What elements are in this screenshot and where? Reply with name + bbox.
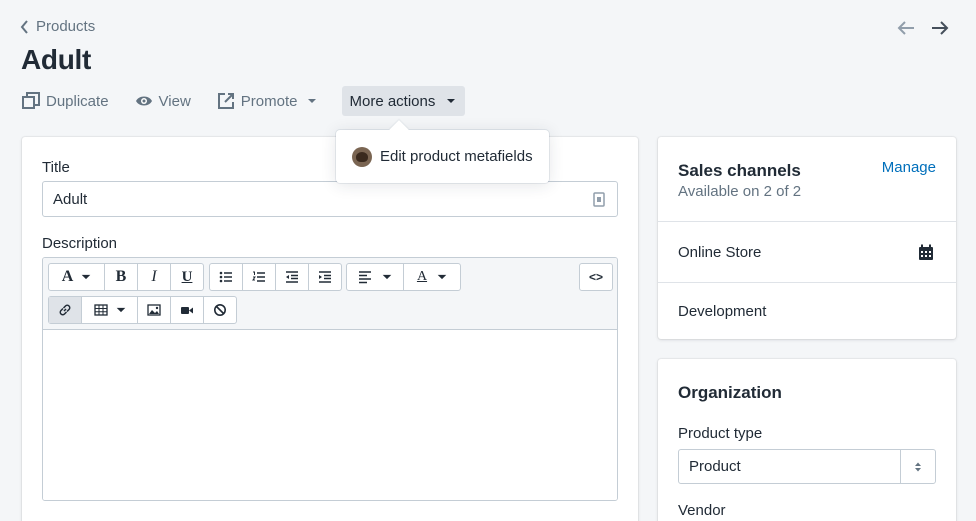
video-camera-icon — [181, 307, 193, 314]
table-icon — [93, 304, 108, 316]
prohibited-icon — [214, 304, 226, 316]
clipboard-icon — [593, 192, 605, 207]
bullet-list-icon — [219, 271, 232, 283]
availability-text: Available on 2 of 2 — [678, 183, 802, 200]
underline-button[interactable]: U — [171, 264, 203, 290]
channel-row[interactable]: Development — [658, 282, 956, 339]
more-actions-button[interactable]: More actions — [341, 86, 466, 116]
more-actions-label: More actions — [349, 92, 436, 110]
page-actions: Duplicate View Promote More actions — [22, 86, 466, 116]
font-icon: A — [61, 268, 74, 285]
text-color-icon: A — [416, 269, 428, 284]
duplicate-icon — [22, 92, 40, 109]
product-details-card: Title Adult Description A B I U A <> — [22, 137, 638, 521]
product-type-value: Product — [689, 458, 741, 475]
description-label: Description — [42, 235, 118, 252]
more-actions-popover: Edit product metafields — [336, 130, 549, 183]
caret-down-icon — [307, 99, 316, 103]
outdent-button[interactable] — [276, 264, 309, 290]
align-dropdown[interactable] — [347, 264, 404, 290]
list-group — [209, 263, 342, 291]
outdent-icon — [286, 271, 298, 283]
italic-icon: I — [151, 268, 157, 285]
html-group: <> — [579, 263, 613, 291]
link-button[interactable] — [49, 297, 82, 323]
bullet-list-button[interactable] — [210, 264, 243, 290]
text-color-dropdown[interactable]: A — [404, 264, 460, 290]
title-field[interactable]: Adult — [42, 181, 618, 217]
product-type-select[interactable]: Product — [678, 449, 936, 484]
caret-down-icon — [447, 99, 456, 103]
organization-card: Organization Product type Product Vendor — [658, 359, 956, 521]
sales-channels-title: Sales channels — [678, 161, 801, 180]
duplicate-label: Duplicate — [46, 92, 109, 110]
title-value: Adult — [53, 190, 88, 208]
format-group: A B I U — [48, 263, 204, 291]
select-arrows-icon — [900, 450, 935, 483]
table-dropdown[interactable] — [82, 297, 138, 323]
breadcrumb[interactable]: Products — [20, 18, 95, 35]
numbered-list-button[interactable] — [243, 264, 276, 290]
description-editor: A B I U A <> — [42, 257, 618, 501]
caret-down-icon — [382, 274, 392, 280]
calendar-icon[interactable] — [918, 244, 934, 261]
app-avatar-icon — [352, 146, 372, 167]
product-type-label: Product type — [678, 425, 763, 442]
numbered-list-icon — [252, 271, 265, 282]
promote-button[interactable]: Promote — [209, 86, 326, 116]
eye-icon — [135, 96, 152, 106]
bold-button[interactable]: B — [105, 264, 138, 290]
image-button[interactable] — [138, 297, 171, 323]
bold-icon: B — [115, 268, 127, 285]
channel-name: Development — [678, 303, 767, 320]
align-left-icon — [359, 271, 371, 284]
align-color-group: A — [346, 263, 461, 291]
image-icon — [147, 304, 161, 316]
italic-button[interactable]: I — [138, 264, 171, 290]
chevron-left-icon — [20, 19, 28, 34]
breadcrumb-label: Products — [36, 18, 96, 35]
menu-item-label: Edit product metafields — [380, 148, 533, 165]
manage-channels-link[interactable]: Manage — [882, 159, 936, 176]
channel-row[interactable]: Online Store — [658, 221, 956, 282]
pagination — [896, 18, 950, 38]
channel-name: Online Store — [678, 244, 762, 261]
promote-label: Promote — [240, 92, 298, 110]
font-style-dropdown[interactable]: A — [49, 264, 105, 290]
title-label: Title — [42, 159, 70, 176]
underline-icon: U — [181, 268, 193, 285]
caret-down-icon — [437, 274, 447, 280]
duplicate-button[interactable]: Duplicate — [22, 86, 117, 116]
clear-formatting-button[interactable] — [204, 297, 236, 323]
caret-down-icon — [116, 307, 125, 313]
external-link-icon — [217, 93, 234, 109]
code-icon: <> — [588, 270, 603, 284]
view-label: View — [158, 92, 191, 110]
indent-icon — [319, 271, 331, 283]
sales-channels-card: Sales channels Manage Available on 2 of … — [658, 137, 956, 339]
organization-title: Organization — [678, 383, 782, 402]
edit-metafields-menu-item[interactable]: Edit product metafields — [352, 146, 533, 167]
arrow-right-icon[interactable] — [930, 18, 950, 38]
page-title: Adult — [21, 44, 92, 75]
editor-toolbar: A B I U A <> — [43, 258, 617, 330]
insert-group — [48, 296, 237, 324]
html-toggle-button[interactable]: <> — [580, 264, 612, 290]
vendor-label: Vendor — [678, 502, 726, 519]
link-icon — [59, 304, 71, 316]
arrow-left-icon[interactable] — [896, 18, 916, 38]
indent-button[interactable] — [309, 264, 341, 290]
caret-down-icon — [81, 274, 91, 280]
view-button[interactable]: View — [127, 86, 199, 116]
description-content-area[interactable] — [43, 330, 617, 500]
video-button[interactable] — [171, 297, 204, 323]
